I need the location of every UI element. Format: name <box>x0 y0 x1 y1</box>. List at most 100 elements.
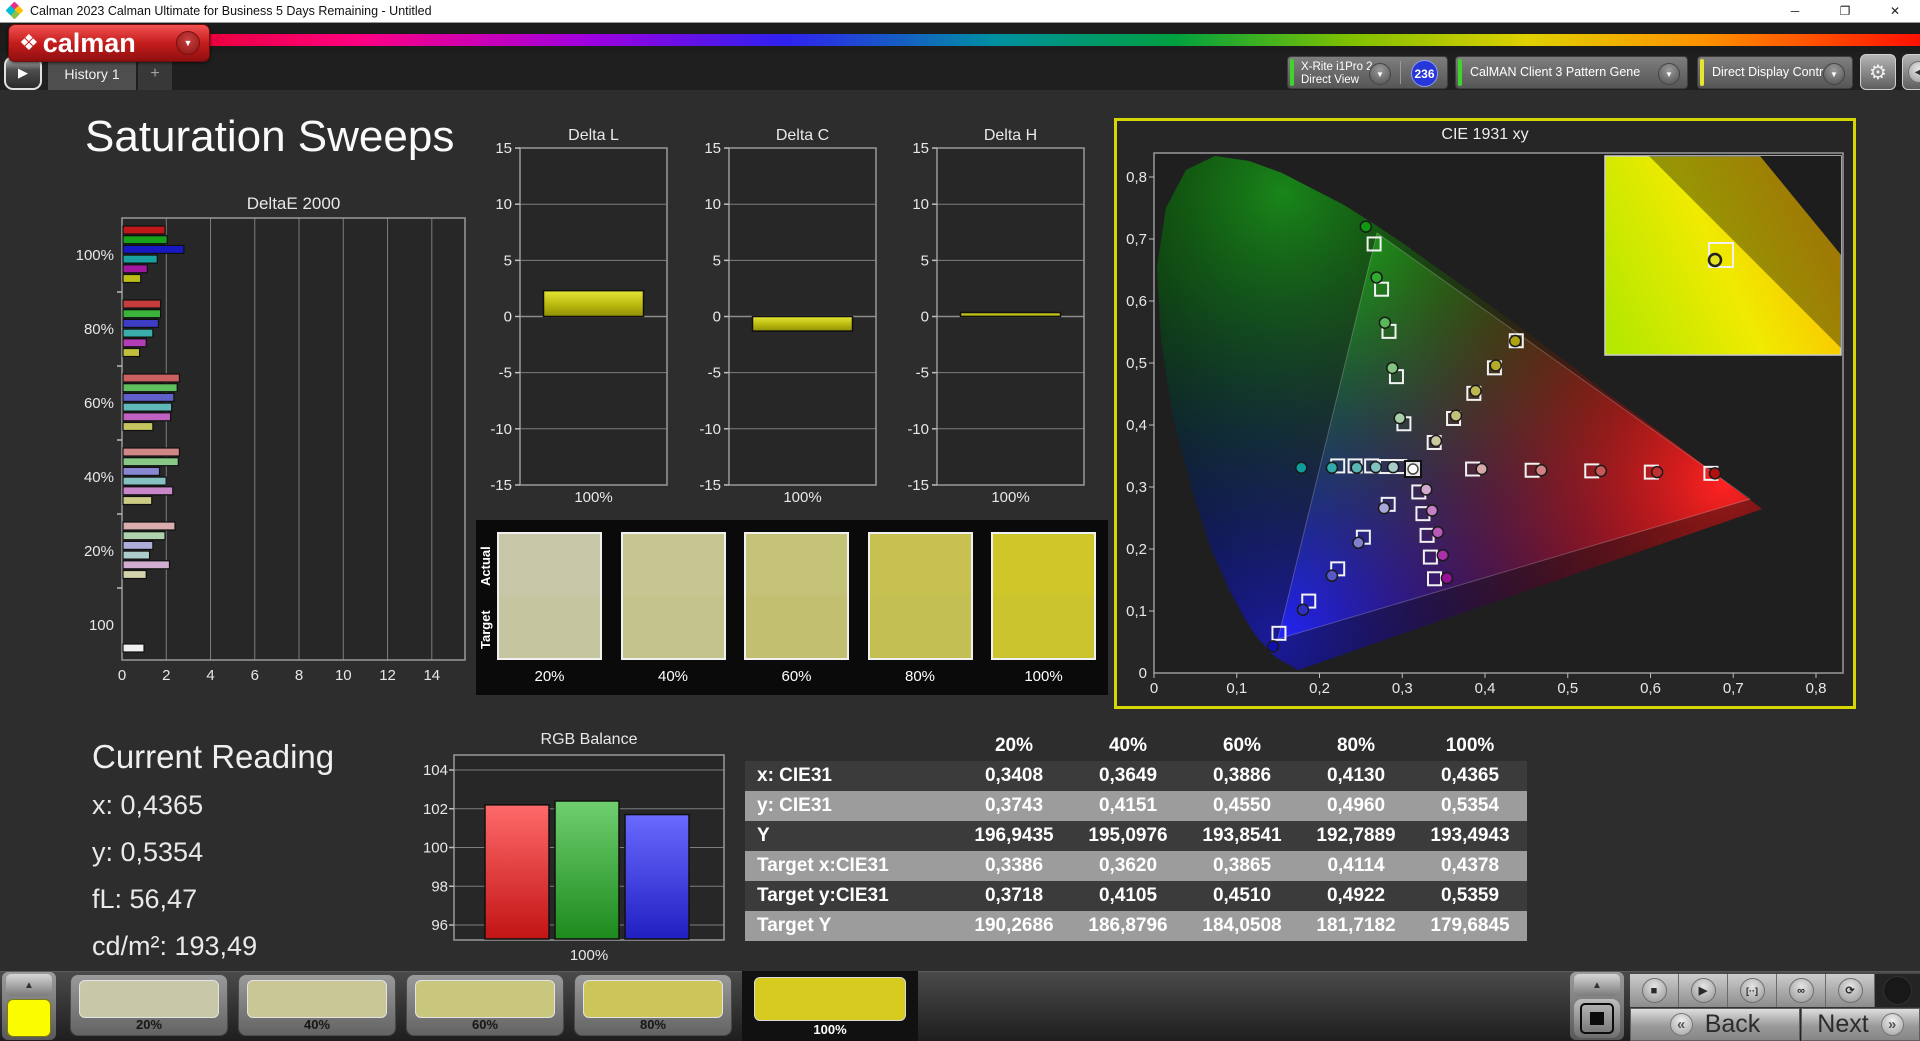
pattern-button-100%[interactable]: 100% <box>742 971 918 1041</box>
meter-dropdown[interactable]: X-Rite i1Pro 2 Direct View ▼ 236 <box>1287 56 1448 89</box>
red-measured-point <box>1535 464 1548 477</box>
y-axis-tick-label: 0 <box>1139 665 1147 682</box>
cell-value: 0,4550 <box>1212 795 1272 816</box>
y-axis-tick-label: 15 <box>912 140 929 157</box>
continuous-button[interactable]: ∞ <box>1777 974 1826 1007</box>
y-axis-tick-label: 102 <box>423 801 448 818</box>
divider <box>1400 61 1401 84</box>
column-header: 80% <box>1336 735 1376 756</box>
y-axis-tick-label: 15 <box>704 140 721 157</box>
actual-color <box>993 534 1094 596</box>
pattern-label: 100% <box>813 1022 847 1037</box>
deltae-bar <box>122 309 162 319</box>
table-row: Target Y 190,2686 186,8796 184,0508 181,7182… <box>745 911 1527 941</box>
rgb-bar-red <box>484 804 550 940</box>
y-axis-tick-label: 5 <box>713 252 721 269</box>
y-axis-tick-label: -10 <box>699 421 721 438</box>
display-control-dropdown[interactable]: Direct Display Control ▼ <box>1697 56 1853 89</box>
cell-value: 0,4105 <box>1098 885 1158 906</box>
pattern-window-panel-right: ▲ <box>1570 972 1624 1040</box>
cie-1931-chart: 0 0,1 0,2 0,3 0,4 0,5 0,6 0,7 0,8 0 0,1 0,2 0,3 0,4 0,… <box>1126 152 1844 697</box>
x-axis-tick-label: 6 <box>251 667 259 684</box>
current-pattern-swatch[interactable] <box>7 999 51 1037</box>
green-measured-point <box>1370 271 1383 284</box>
cell-value: 0,4114 <box>1327 855 1385 876</box>
actual-color <box>746 534 847 596</box>
actual-target-swatch <box>620 532 726 660</box>
calman-menu-button[interactable]: ❖ calman ▼ <box>8 24 210 62</box>
expand-up-button[interactable]: ▲ <box>1574 974 1620 996</box>
range-button[interactable]: [··] <box>1728 974 1777 1007</box>
table-header-row: 20% 40% 60% 80% 100% <box>745 731 1527 761</box>
close-button[interactable]: ✕ <box>1870 0 1920 22</box>
table-row: x: CIE31 0,3408 0,3649 0,3886 0,4130 0,4365 <box>745 761 1527 791</box>
play-button[interactable]: ▶ <box>1679 974 1728 1007</box>
y-axis-tick-label: -15 <box>699 477 721 494</box>
delta-bar <box>959 311 1062 318</box>
y-axis-group-label: 80% <box>84 321 114 338</box>
pattern-label: 20% <box>135 1017 163 1032</box>
chart-title: Delta H <box>984 127 1037 144</box>
row-label: Target Y <box>757 915 832 936</box>
x-axis-tick-label: 0 <box>118 667 126 684</box>
column-header <box>745 731 957 761</box>
red-measured-point <box>1708 467 1722 480</box>
collapse-panel-button[interactable]: ◀ <box>1902 54 1920 90</box>
calman-diamond-icon: ❖ <box>19 30 39 55</box>
cell-value: 186,8796 <box>1088 915 1168 936</box>
cyan-measured-point <box>1350 461 1363 475</box>
meter-count-badge[interactable]: 236 <box>1411 60 1438 87</box>
blue-measured-point <box>1325 569 1339 582</box>
magenta-measured-point <box>1419 483 1433 496</box>
deltae-bar <box>122 569 147 580</box>
yellow-measured-point <box>1449 409 1463 422</box>
magenta-measured-point <box>1436 548 1450 562</box>
blue-measured-point <box>1296 603 1310 617</box>
restore-button[interactable]: ❐ <box>1820 0 1870 22</box>
swatch-label: 80% <box>904 668 936 685</box>
current-reading-block: Current Reading x: 0,4365 y: 0,5354 fL: … <box>92 738 334 978</box>
settings-button[interactable]: ⚙ <box>1860 54 1896 90</box>
cell-value: 0,5354 <box>1440 795 1500 816</box>
minimize-button[interactable]: ─ <box>1770 0 1820 22</box>
chevron-down-icon: ▼ <box>176 31 200 55</box>
deltae-bar <box>122 466 161 476</box>
next-label: Next <box>1817 1010 1869 1038</box>
pattern-generator-dropdown[interactable]: CalMAN Client 3 Pattern Generator ▼ <box>1455 56 1688 89</box>
green-measured-point <box>1393 411 1407 425</box>
yellow-measured-point <box>1489 359 1503 372</box>
pattern-button-60%[interactable]: 60% <box>406 974 564 1036</box>
deltae-bar <box>122 560 171 570</box>
range-icon: [··] <box>1739 978 1765 1003</box>
rgb-bar-blue <box>624 813 690 940</box>
y-axis-tick-label: 10 <box>495 196 512 213</box>
deltae-bar <box>122 244 185 255</box>
deltae-2000-chart: DeltaE 2000 100% 80% 60% 40% 20% 100 0 2 4 6 8 10 12 1… <box>76 195 466 684</box>
deltae-bar <box>122 521 176 531</box>
expand-up-button[interactable]: ▲ <box>6 974 52 996</box>
window-pattern-icon <box>1580 1003 1614 1034</box>
measurement-table: 20% 40% 60% 80% 100% x: CIE31 0,3408 0,3649 0,38… <box>745 731 1527 941</box>
y-axis-tick-label: -5 <box>916 365 929 382</box>
pattern-button-80%[interactable]: 80% <box>574 974 732 1036</box>
cell-value: 0,5359 <box>1440 885 1500 906</box>
back-chevrons-icon: « <box>1669 1013 1693 1036</box>
cell-value: 0,4151 <box>1098 795 1158 816</box>
refresh-button[interactable]: ⟳ <box>1826 974 1875 1007</box>
delta-bar <box>542 289 645 318</box>
back-button[interactable]: « Back <box>1630 1008 1800 1041</box>
pattern-button-20%[interactable]: 20% <box>70 974 228 1036</box>
play-icon: ▶ <box>1690 978 1716 1003</box>
target-color <box>746 596 847 658</box>
table-row: y: CIE31 0,3743 0,4151 0,4550 0,4960 0,5354 <box>745 791 1527 821</box>
target-color <box>869 596 971 658</box>
gear-icon: ⚙ <box>1869 61 1887 84</box>
next-button[interactable]: Next » <box>1801 1008 1920 1041</box>
window-pattern-button[interactable] <box>1574 999 1620 1038</box>
pattern-label: 60% <box>471 1017 499 1032</box>
column-header: 60% <box>1222 735 1262 756</box>
y-axis-group-label: 100% <box>76 247 114 264</box>
cie-1931-panel[interactable]: 0 0,1 0,2 0,3 0,4 0,5 0,6 0,7 0,8 0 0,1 0,2 0,3 0,4 0,… <box>1114 118 1856 709</box>
stop-button[interactable]: ■ <box>1630 974 1679 1007</box>
pattern-button-40%[interactable]: 40% <box>238 974 396 1036</box>
